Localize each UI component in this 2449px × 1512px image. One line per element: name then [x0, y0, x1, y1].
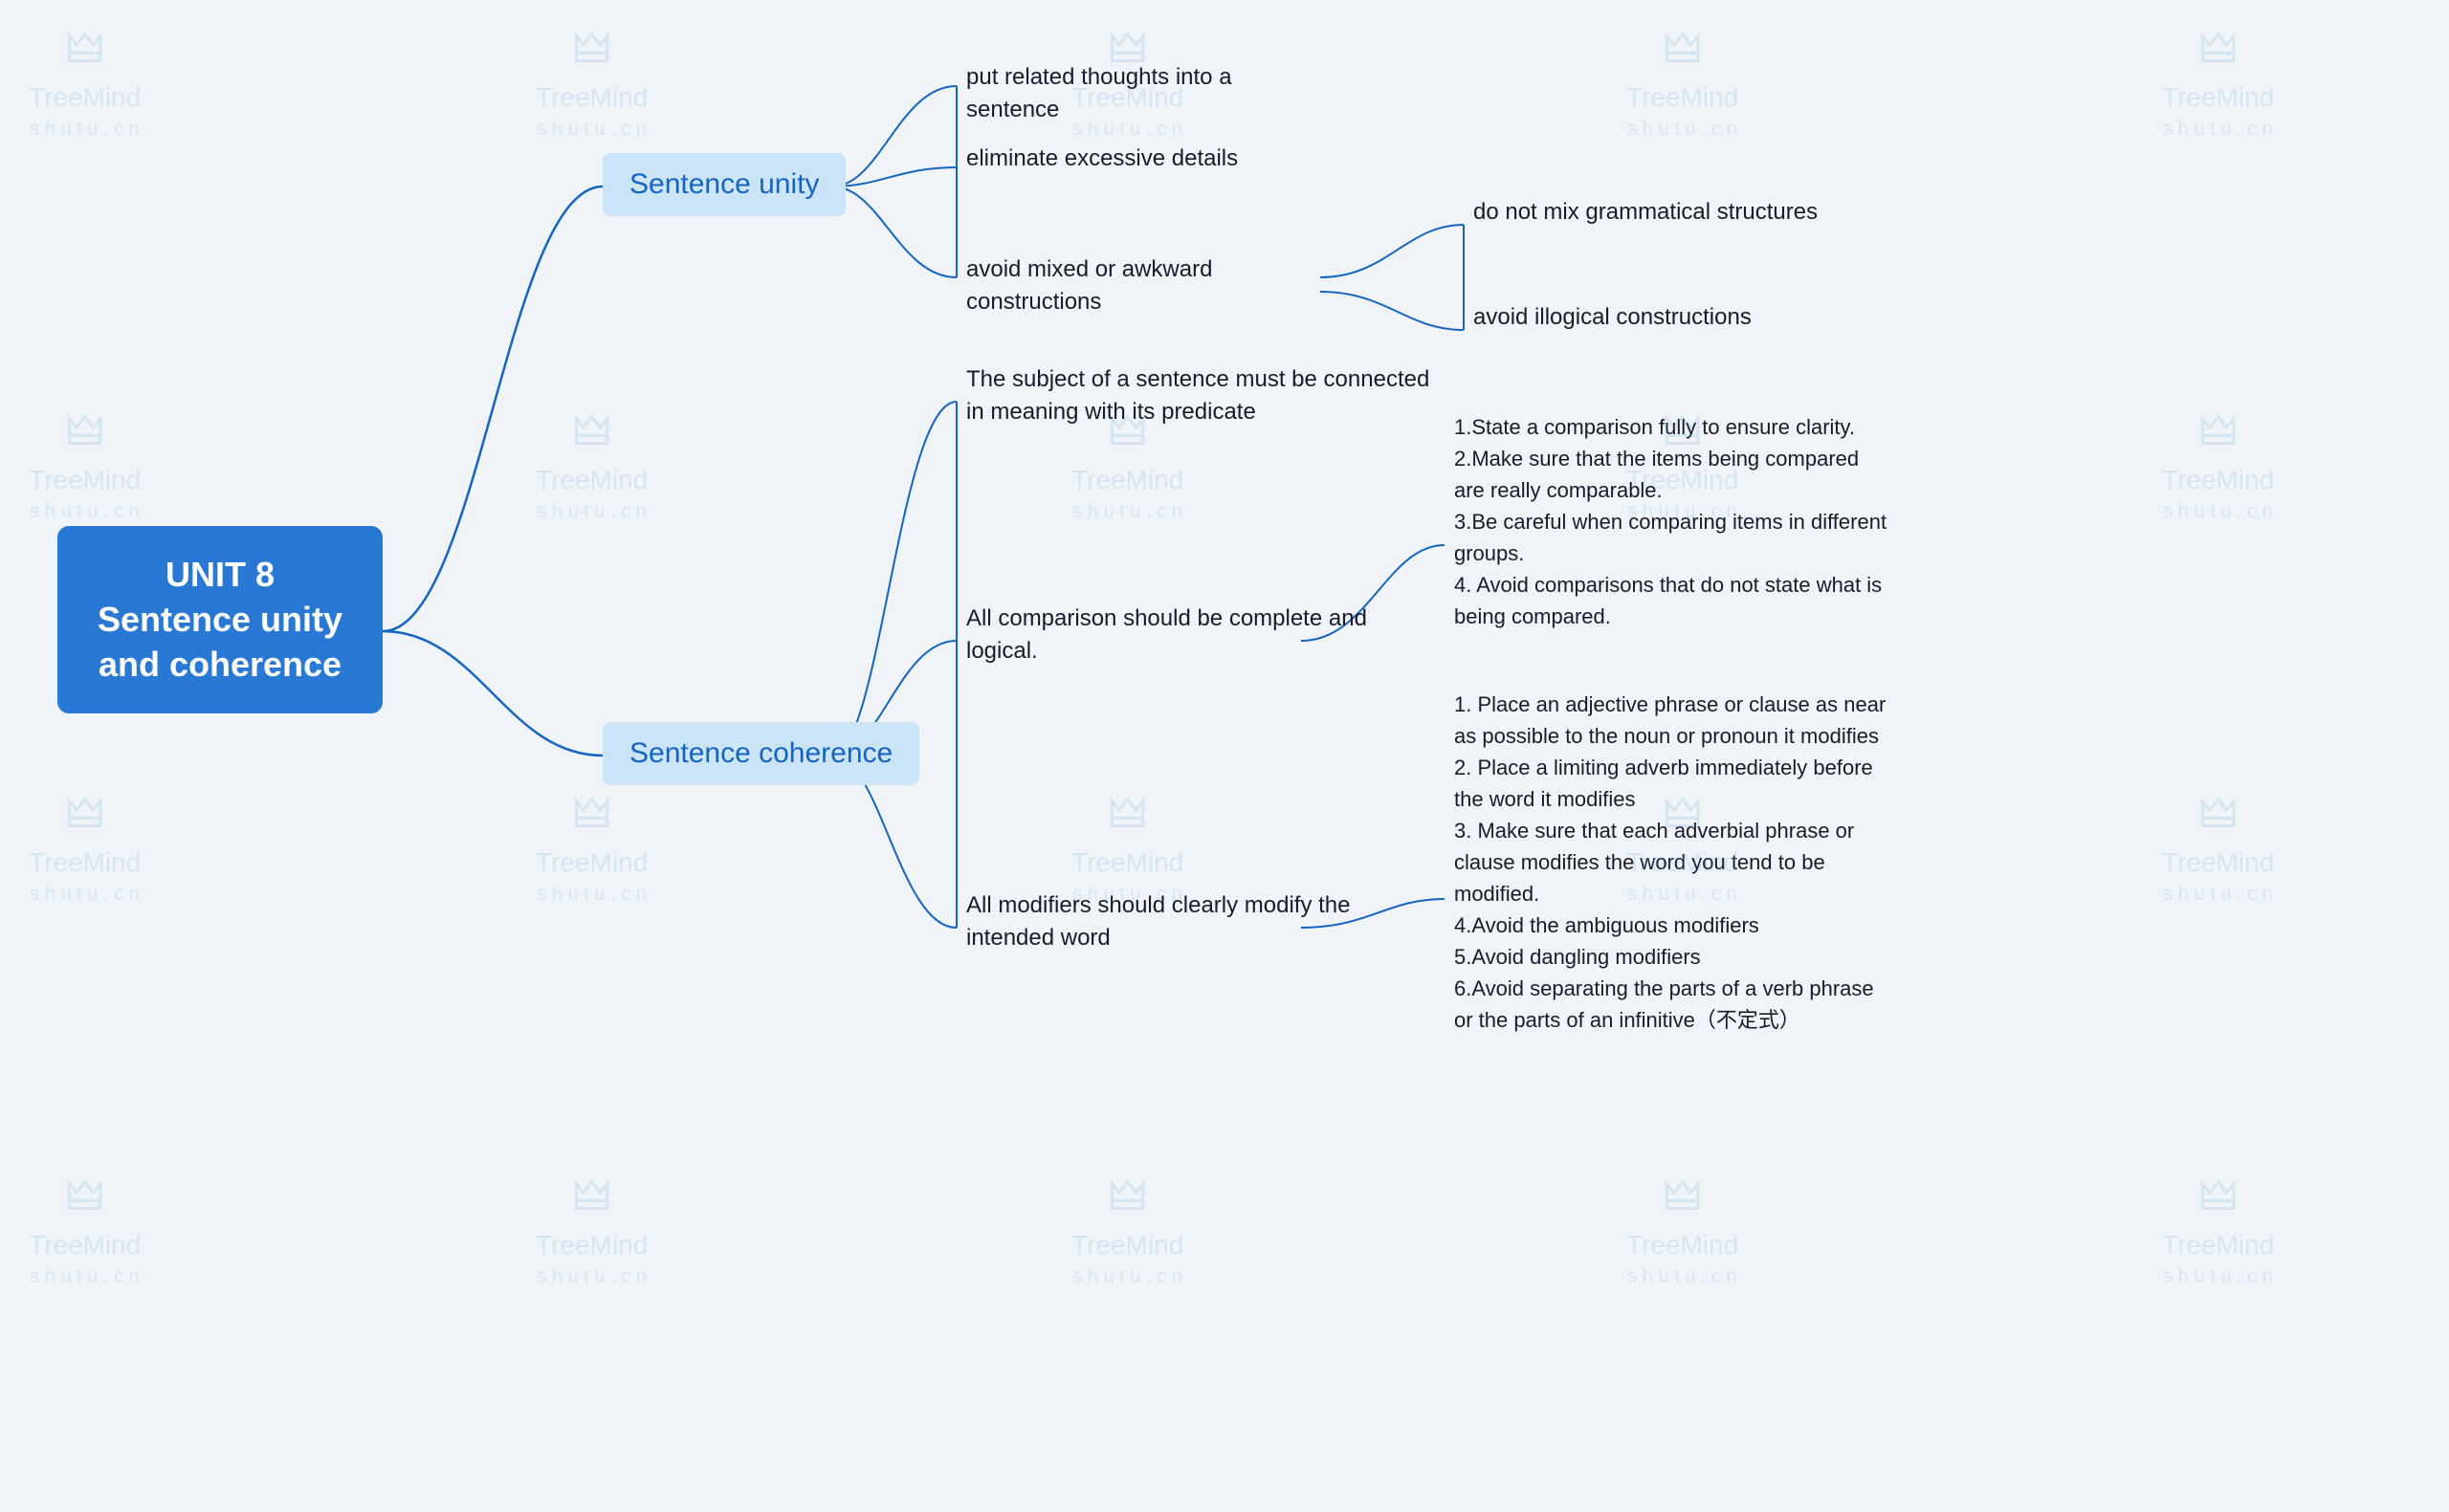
coherence-leaf-3-text: All modifiers should clearly modify the … — [966, 892, 1351, 951]
coherence-leaf-1-text: The subject of a sentence must be connec… — [966, 366, 1429, 425]
unity-leaf-1: put related thoughts into a sentence — [966, 61, 1330, 125]
unity-leaf-3-text: avoid mixed or awkward constructions — [966, 256, 1212, 315]
coherence-leaf-3: All modifiers should clearly modify the … — [966, 889, 1445, 953]
modifiers-details-text: 1. Place an adjective phrase or clause a… — [1454, 692, 1886, 1032]
coherence-leaf-1: The subject of a sentence must be connec… — [966, 363, 1445, 427]
comparison-details: 1.State a comparison fully to ensure cla… — [1454, 411, 1894, 632]
connectors — [0, 0, 2449, 1512]
unity-leaf-3: avoid mixed or awkward constructions — [966, 253, 1330, 318]
awkward-child-1: do not mix grammatical structures — [1473, 196, 1818, 229]
unity-leaf-2: eliminate excessive details — [966, 142, 1238, 175]
sentence-coherence-label: Sentence coherence — [629, 737, 893, 769]
unity-leaf-2-text: eliminate excessive details — [966, 145, 1238, 171]
sentence-unity-node: Sentence unity — [603, 153, 846, 216]
coherence-leaf-2-text: All comparison should be complete and lo… — [966, 605, 1367, 664]
root-label: UNIT 8 Sentence unity and coherence — [98, 555, 342, 684]
mindmap: UNIT 8 Sentence unity and coherence Sent… — [0, 0, 2449, 1512]
modifiers-details: 1. Place an adjective phrase or clause a… — [1454, 689, 1894, 1036]
root-node: UNIT 8 Sentence unity and coherence — [57, 526, 383, 713]
unity-leaf-1-text: put related thoughts into a sentence — [966, 64, 1232, 122]
awkward-child-1-text: do not mix grammatical structures — [1473, 199, 1818, 225]
awkward-child-2: avoid illogical constructions — [1473, 301, 1752, 334]
sentence-unity-label: Sentence unity — [629, 168, 819, 200]
comparison-details-text: 1.State a comparison fully to ensure cla… — [1454, 415, 1886, 628]
sentence-coherence-node: Sentence coherence — [603, 722, 919, 785]
awkward-child-2-text: avoid illogical constructions — [1473, 304, 1752, 330]
coherence-leaf-2: All comparison should be complete and lo… — [966, 603, 1445, 667]
